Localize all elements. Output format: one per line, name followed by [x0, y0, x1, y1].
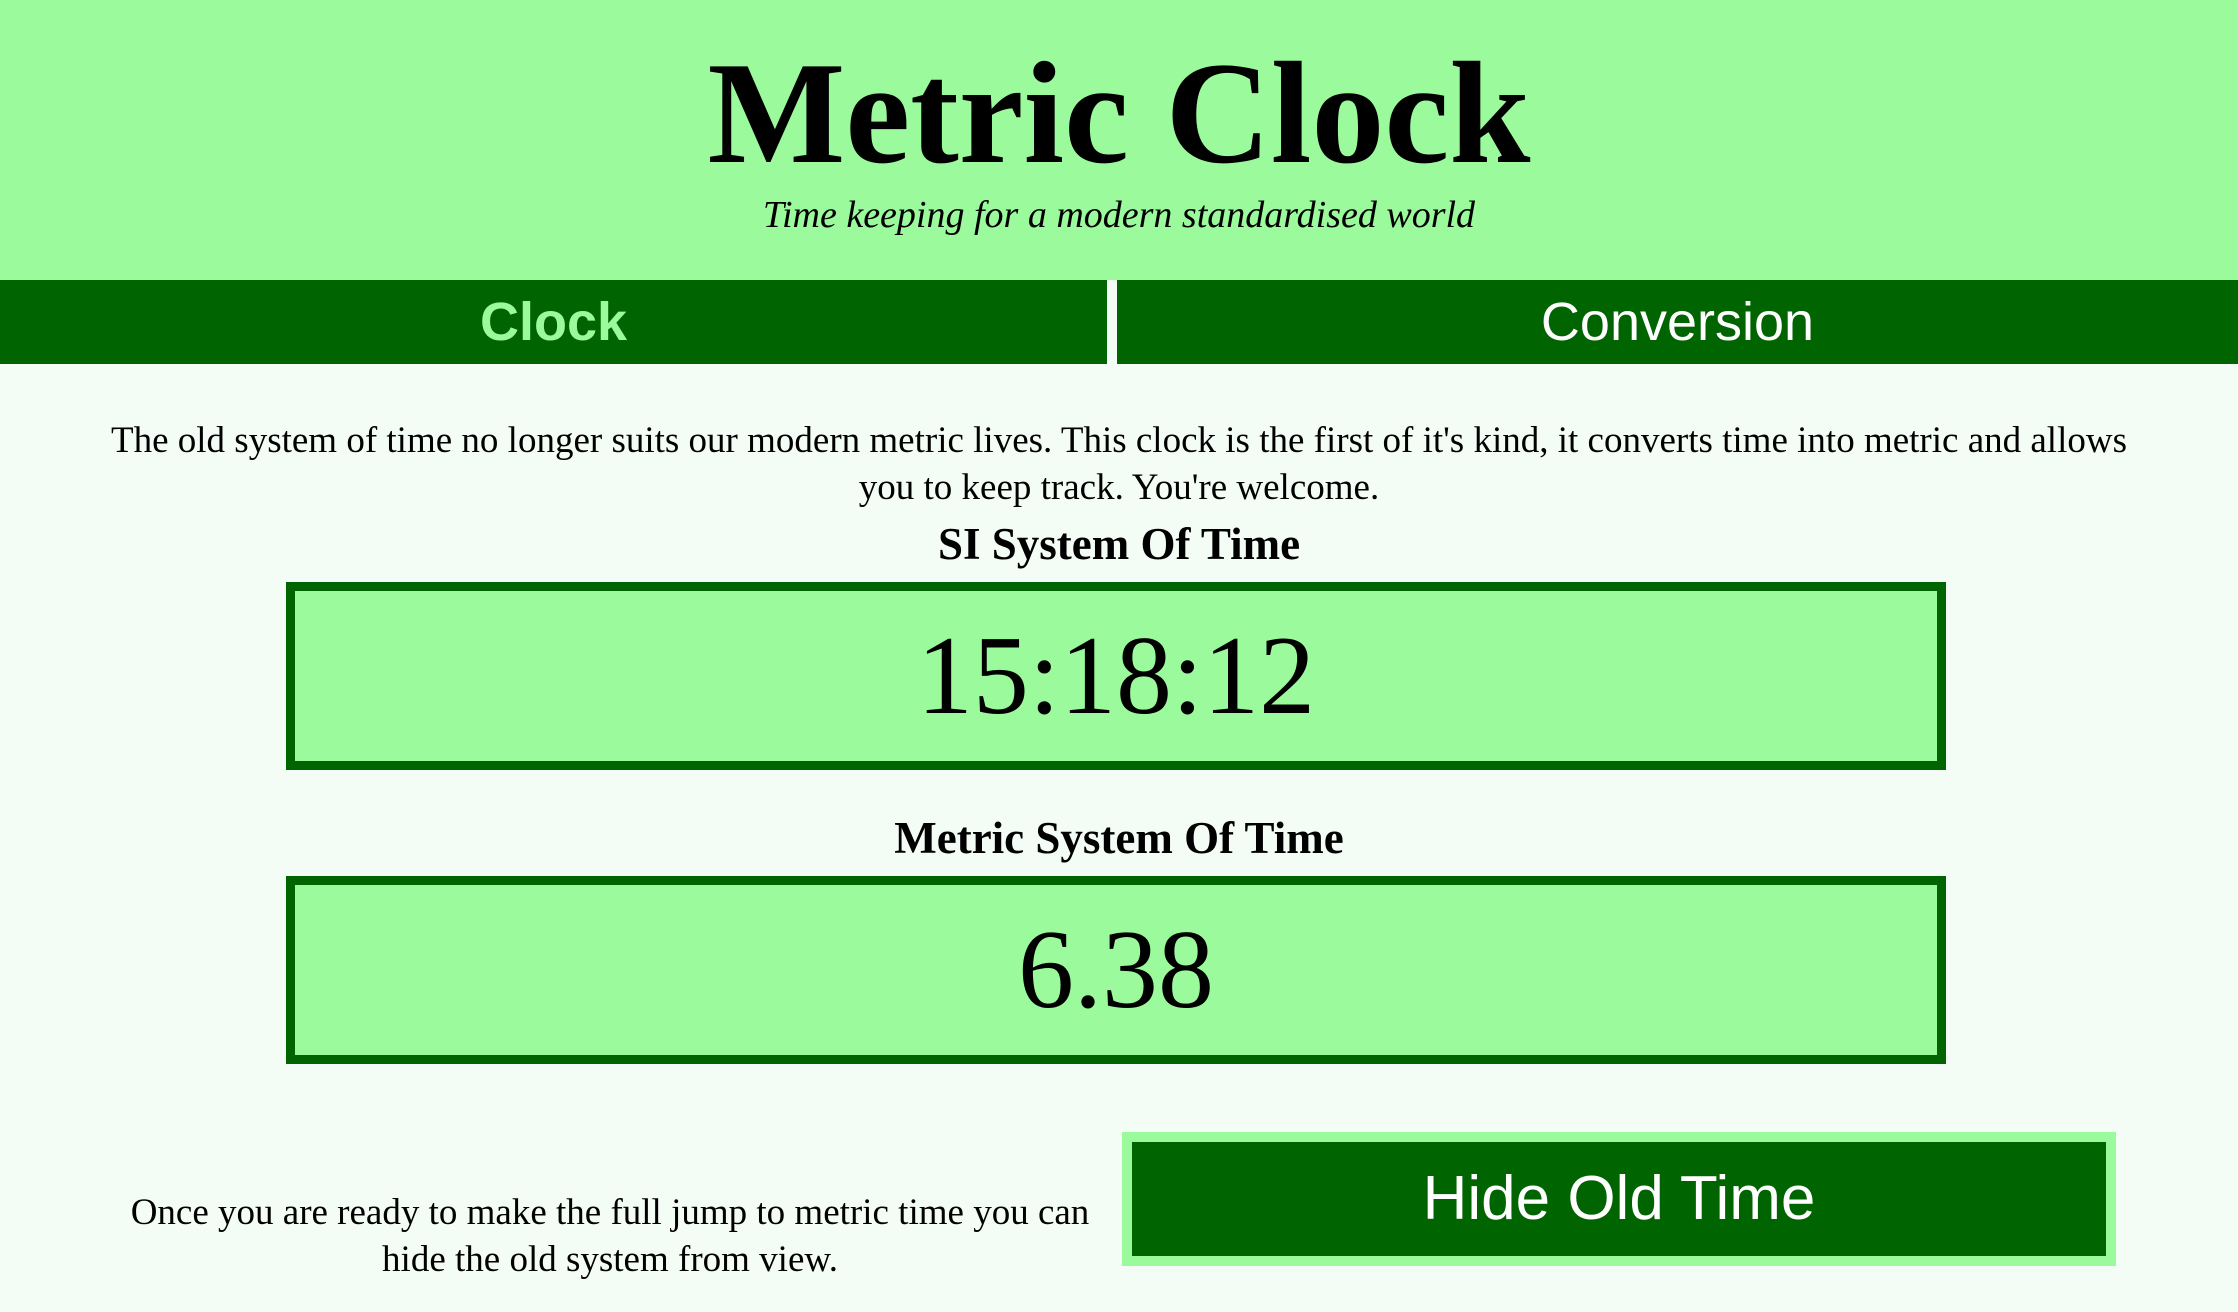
- main-nav: Clock Conversion: [0, 280, 2238, 364]
- hide-old-time-description: Once you are ready to make the full jump…: [130, 1192, 1090, 1280]
- tab-clock[interactable]: Clock: [0, 280, 1107, 364]
- page-title: Metric Clock: [707, 32, 1531, 194]
- si-time-display: 15:18:12: [286, 582, 1946, 770]
- page-header: Metric Clock Time keeping for a modern s…: [0, 0, 2238, 280]
- metric-time-label: Metric System Of Time: [894, 813, 1344, 863]
- hide-old-time-button[interactable]: Hide Old Time: [1122, 1132, 2116, 1266]
- si-time-label: SI System Of Time: [937, 519, 1301, 569]
- metric-time-display: 6.38: [286, 876, 1946, 1064]
- tab-conversion[interactable]: Conversion: [1117, 280, 2238, 364]
- page-subtitle: Time keeping for a modern standardised w…: [762, 194, 1476, 236]
- intro-text: The old system of time no longer suits o…: [111, 420, 2127, 508]
